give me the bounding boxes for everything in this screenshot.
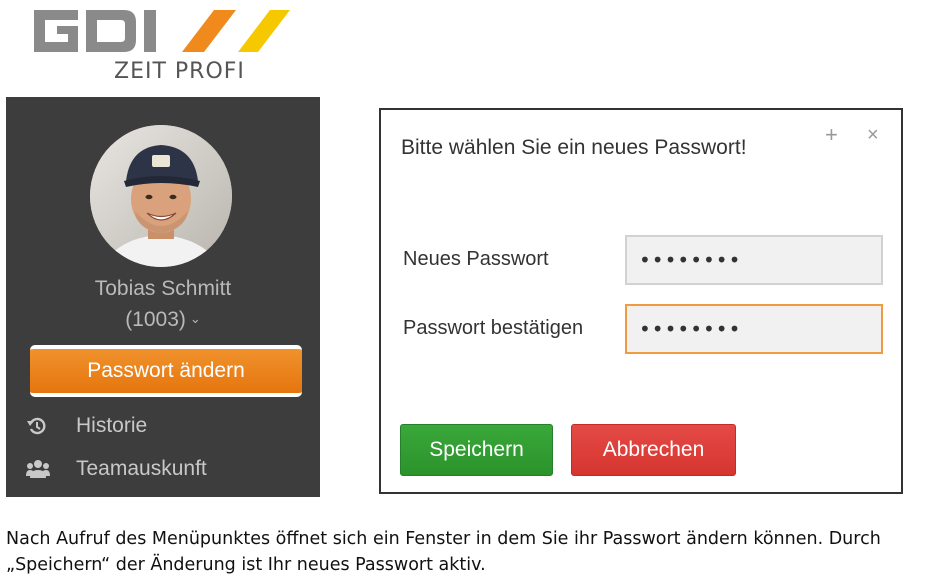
user-name: Tobias Schmitt <box>94 277 232 300</box>
cancel-button[interactable]: Abbrechen <box>571 424 736 476</box>
chevron-down-icon: ⌄ <box>189 311 201 326</box>
user-id: (1003) <box>125 308 186 331</box>
save-button[interactable]: Speichern <box>400 424 553 476</box>
sidebar-item-label: Teamauskunft <box>76 457 207 480</box>
new-password-label: Neues Passwort <box>403 248 549 270</box>
sidebar-item-teamauskunft[interactable]: Teamauskunft <box>6 454 320 486</box>
sidebar-item-historie[interactable]: Historie <box>6 411 320 443</box>
caption-line-1: Nach Aufruf des Menüpunktes öffnet sich … <box>6 529 881 549</box>
maximize-icon[interactable]: + <box>825 122 838 148</box>
confirm-password-field[interactable] <box>625 304 883 354</box>
caption-line-2: „Speichern“ der Änderung ist Ihr neues P… <box>6 555 486 575</box>
confirm-password-label: Passwort bestätigen <box>403 317 584 339</box>
gdi-zeit-profi-logo: ZEIT PROFI <box>32 6 292 84</box>
gdi-logo-graphic <box>34 10 290 52</box>
history-icon <box>26 415 48 437</box>
change-password-button[interactable]: Passwort ändern <box>30 345 302 397</box>
avatar[interactable] <box>90 125 232 267</box>
user-id-selector[interactable]: (1003) ⌄ <box>6 308 320 332</box>
sidebar-item-label: Historie <box>76 414 148 437</box>
avatar-photo <box>90 125 232 267</box>
sidebar: Tobias Schmitt (1003) ⌄ Passwort ändern H… <box>6 97 320 497</box>
caption-text: Nach Aufruf des Menüpunktes öffnet sich … <box>6 526 941 578</box>
team-icon <box>26 458 50 480</box>
close-icon[interactable]: × <box>867 124 879 147</box>
logo-subtitle: ZEIT PROFI <box>114 59 245 84</box>
dialog-title: Bitte wählen Sie ein neues Passwort! <box>401 136 747 159</box>
change-password-dialog: Bitte wählen Sie ein neues Passwort! + ×… <box>379 108 903 494</box>
new-password-field[interactable] <box>625 235 883 285</box>
